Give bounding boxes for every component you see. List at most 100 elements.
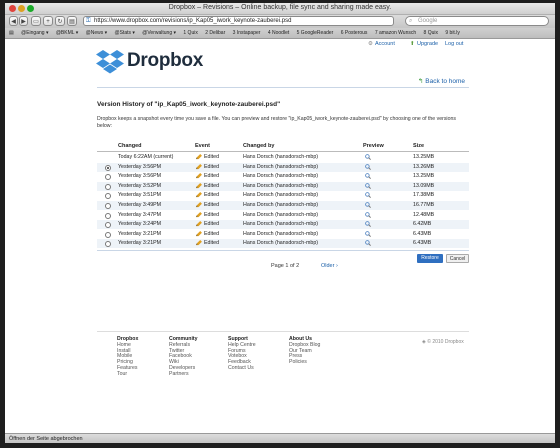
bookmark-item[interactable]: @Stats ▾ <box>115 30 135 36</box>
bookmarks-bar: ▤ @Eingang ▾ @BKML ▾ @News ▾ @Stats ▾ @V… <box>5 28 555 39</box>
preview-magnifier-icon[interactable] <box>365 192 371 199</box>
dropbox-mini-logo-icon: ◈ <box>422 339 426 345</box>
divider <box>97 87 469 88</box>
preview-magnifier-icon[interactable] <box>365 211 371 218</box>
back-to-home-link[interactable]: ↰ Back to home <box>418 77 465 85</box>
footer-column-support: Support Help Centre Forums Votebox Feedb… <box>228 336 256 372</box>
account-link[interactable]: Account <box>375 41 395 47</box>
browser-toolbar: ◀ ▶ ▭ + ↻ ▤ ⚿ https://www.dropbox.com/re… <box>5 15 555 28</box>
revision-radio[interactable] <box>105 212 111 219</box>
dropbox-logo[interactable]: Dropbox <box>95 49 205 75</box>
revision-radio[interactable] <box>105 193 111 200</box>
revision-event: Edited <box>204 240 220 247</box>
forward-button[interactable]: ▶ <box>19 16 28 26</box>
browser-window: Dropbox – Revisions – Online backup, fil… <box>5 3 555 443</box>
pencil-icon <box>195 230 202 236</box>
older-page-link[interactable]: Older › <box>321 263 338 269</box>
reload-button[interactable]: ↻ <box>55 16 65 26</box>
preview-magnifier-icon[interactable] <box>365 221 371 228</box>
revision-radio[interactable] <box>105 222 111 229</box>
address-bar[interactable]: ⚿ https://www.dropbox.com/revisions/ip_K… <box>83 16 394 26</box>
bookmark-item[interactable]: 6 Posterous <box>341 30 368 36</box>
revision-radio[interactable] <box>105 174 111 181</box>
tab-overview-button[interactable]: ▭ <box>31 16 41 26</box>
revision-date: Yesterday 3:49PM <box>118 202 162 208</box>
revision-radio[interactable] <box>105 241 111 248</box>
back-button[interactable]: ◀ <box>9 16 18 26</box>
revision-row[interactable]: Today 6:22AM (current) Edited Hans Dorsch … <box>97 153 469 162</box>
revision-author: Hans Dorsch (hansdorsch-mbp) <box>243 192 319 199</box>
revision-date: Yesterday 3:56PM <box>118 163 162 170</box>
search-field[interactable]: ⌕ Google <box>405 16 549 26</box>
bookmark-item[interactable]: @BKML ▾ <box>56 30 78 36</box>
header-divider <box>97 151 469 152</box>
footer-column-community: Community Referrals Twitter Facebook Wik… <box>169 336 198 378</box>
pencil-icon <box>195 182 202 188</box>
footer-link[interactable]: Contact Us <box>228 365 256 372</box>
revision-row[interactable]: Yesterday 3:24PM Edited Hans Dorsch (hansd… <box>97 220 469 230</box>
page-title: Version History of "ip_Kap05_iwork_keyno… <box>97 101 281 108</box>
revision-row[interactable]: Yesterday 3:52PM Edited Hans Dorsch (hansd… <box>97 181 469 191</box>
bookmark-item[interactable]: 4 Noodlet <box>268 30 289 36</box>
revision-radio[interactable] <box>105 164 111 171</box>
revision-author: Hans Dorsch (hansdorsch-mbp) <box>243 240 319 247</box>
divider <box>97 250 469 251</box>
revision-author: Hans Dorsch (hansdorsch-mbp) <box>243 230 319 237</box>
revision-size: 17.38MB <box>413 192 435 199</box>
preview-magnifier-icon[interactable] <box>365 230 371 237</box>
revision-date: Yesterday 3:24PM <box>118 221 162 228</box>
preview-magnifier-icon[interactable] <box>365 154 371 160</box>
pencil-icon <box>195 211 202 217</box>
preview-magnifier-icon[interactable] <box>365 182 371 189</box>
bookmark-item[interactable]: 1 Quix <box>183 30 197 36</box>
revision-row[interactable]: Yesterday 3:49PM Edited Hans Dorsch (hansd… <box>97 201 469 210</box>
revision-size: 13.25MB <box>413 154 435 160</box>
revision-radio[interactable] <box>105 231 111 238</box>
logout-link[interactable]: Log out <box>445 41 463 47</box>
lock-icon: ⚿ <box>86 18 91 24</box>
preview-magnifier-icon[interactable] <box>365 163 371 170</box>
preview-magnifier-icon[interactable] <box>365 240 371 247</box>
revision-size: 13.26MB <box>413 163 435 170</box>
page-menu-button[interactable]: ▤ <box>67 16 77 26</box>
revision-author: Hans Dorsch (hansdorsch-mbp) <box>243 173 319 180</box>
revision-row[interactable]: Yesterday 3:56PM Edited Hans Dorsch (hansd… <box>97 172 469 181</box>
pencil-icon <box>195 154 202 160</box>
revision-radio[interactable] <box>105 183 111 190</box>
reading-list-icon[interactable]: ▤ <box>9 30 14 36</box>
footer-column-about: About Us Dropbox Blog Our Team Press Pol… <box>289 336 320 366</box>
bookmark-item[interactable]: @News ▾ <box>86 30 107 36</box>
preview-magnifier-icon[interactable] <box>365 202 371 208</box>
bookmark-item[interactable]: 3 Instapaper <box>233 30 261 36</box>
bookmark-item[interactable]: 7 amazon Wunsch <box>375 30 416 36</box>
revision-row[interactable]: Yesterday 3:56PM Edited Hans Dorsch (hansd… <box>97 162 469 172</box>
upgrade-link[interactable]: Upgrade <box>417 41 438 47</box>
add-bookmark-button[interactable]: + <box>43 16 53 26</box>
cancel-button[interactable]: Cancel <box>446 254 469 263</box>
column-header-changed-by: Changed by <box>243 143 275 149</box>
revision-radio[interactable] <box>105 203 111 209</box>
footer-link[interactable]: Tour <box>117 371 138 378</box>
footer-link[interactable]: Policies <box>289 359 320 366</box>
bookmark-item[interactable]: 9 bit.ly <box>445 30 459 36</box>
footer-link[interactable]: Partners <box>169 371 198 378</box>
column-header-changed: Changed <box>118 143 142 149</box>
revision-author: Hans Dorsch (hansdorsch-mbp) <box>243 221 319 228</box>
bookmark-item[interactable]: @Eingang ▾ <box>21 30 48 36</box>
status-bar: Öffnen der Seite abgebrochen <box>5 433 555 443</box>
revision-date: Yesterday 3:47PM <box>118 211 162 218</box>
window-title: Dropbox – Revisions – Online backup, fil… <box>168 4 392 11</box>
bookmark-item[interactable]: 5 GoogleReader <box>297 30 334 36</box>
revision-row[interactable]: Yesterday 3:47PM Edited Hans Dorsch (hansd… <box>97 211 469 220</box>
revision-row[interactable]: Yesterday 3:51PM Edited Hans Dorsch (hansd… <box>97 191 469 200</box>
bookmark-item[interactable]: 8 Quix <box>424 30 438 36</box>
preview-magnifier-icon[interactable] <box>365 173 371 180</box>
revision-row[interactable]: Yesterday 3:21PM Edited Hans Dorsch (hansd… <box>97 230 469 239</box>
bookmark-item[interactable]: 2 Delibar <box>205 30 225 36</box>
bookmark-item[interactable]: @Verwaltung ▾ <box>142 30 176 36</box>
upgrade-icon: ⬆ <box>410 41 415 47</box>
revision-row[interactable]: Yesterday 3:21PM Edited Hans Dorsch (hansd… <box>97 239 469 249</box>
restore-button[interactable]: Restore <box>417 254 443 263</box>
pencil-icon <box>195 173 202 179</box>
column-header-preview: Preview <box>363 143 384 149</box>
